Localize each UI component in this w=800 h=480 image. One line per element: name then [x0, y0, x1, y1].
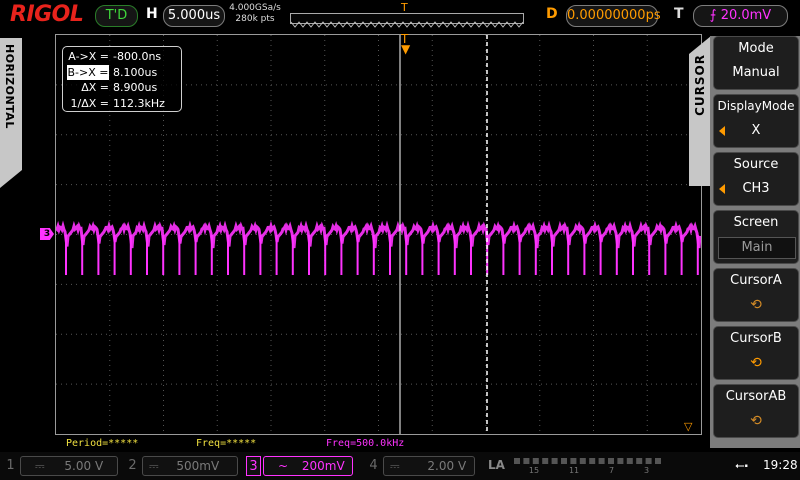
- display-mode-title: DisplayMode: [717, 99, 795, 113]
- memory-position-bar[interactable]: [290, 13, 524, 28]
- rising-edge-icon: ⨍: [709, 8, 717, 23]
- la-tick: 3: [643, 466, 650, 475]
- horizontal-tab-label: HORIZONTAL: [3, 44, 16, 129]
- screen-value: Main: [718, 237, 796, 259]
- ch3-scale: 200mV: [301, 459, 345, 473]
- la-bit: [655, 458, 661, 464]
- dc-coupling-icon: ⎓: [35, 459, 45, 473]
- la-bit: [626, 458, 633, 464]
- screen-title: Screen: [733, 215, 779, 230]
- rigol-logo: RIGOL: [10, 2, 84, 27]
- ch2-scale-box[interactable]: ⎓ 500mV: [142, 456, 238, 476]
- la-bit: [542, 458, 549, 464]
- delay-value[interactable]: 0.00000000ps: [566, 5, 661, 27]
- ch1-scale: 5.00 V: [64, 459, 104, 473]
- screen-button[interactable]: Screen Main: [713, 210, 799, 264]
- la-tick: 11: [568, 466, 580, 475]
- sample-info: 4.000GSa/s 280k pts: [229, 3, 281, 25]
- la-bit: [561, 458, 567, 464]
- la-bit: [589, 458, 596, 464]
- source-value: CH3: [742, 181, 770, 196]
- bx-label: B->X =: [67, 64, 109, 80]
- la-bit: [645, 458, 652, 464]
- la-bit: [617, 458, 624, 464]
- la-bit: [579, 458, 586, 464]
- trigger-level-pill[interactable]: ⨍ 20.0mV: [693, 5, 788, 27]
- measurement-freq: Freq=*****: [196, 438, 257, 449]
- la-tick: 7: [609, 466, 615, 475]
- mode-button[interactable]: Mode Manual: [713, 36, 799, 90]
- ch4-scale: 2.00 V: [427, 459, 467, 473]
- la-bit: [551, 458, 558, 464]
- horizontal-tab[interactable]: HORIZONTAL: [0, 38, 22, 188]
- mode-value: Manual: [732, 65, 780, 80]
- timebase-value[interactable]: 5.000us: [163, 5, 225, 27]
- cursor-a-button[interactable]: CursorA ⟲: [713, 268, 799, 322]
- trigger-level-value: 20.0mV: [720, 8, 772, 23]
- ch4-scale-box[interactable]: ⎓ 2.00 V: [383, 456, 475, 476]
- ax-label: A->X =: [68, 50, 109, 63]
- memory-waveform-icon: [290, 21, 524, 28]
- cursor-b-button[interactable]: CursorB ⟲: [713, 326, 799, 380]
- channel-status-bar: 1 ⎓ 5.00 V 2 ⎓ 500mV 3 ~ 200mV 4 ⎓ 2.00 …: [0, 452, 800, 480]
- cursor-menu-tab[interactable]: CURSOR: [689, 36, 711, 186]
- sample-rate: 4.000GSa/s: [229, 3, 281, 13]
- la-bit: [570, 458, 577, 464]
- ch1-number[interactable]: 1: [3, 456, 18, 476]
- clock: 19:28: [763, 458, 798, 472]
- dc-coupling-icon: ⎓: [149, 459, 159, 473]
- ch2-scale: 500mV: [176, 459, 220, 473]
- cursor-ab-title: CursorAB: [725, 389, 787, 404]
- usb-icon: ⭠⬝: [735, 458, 748, 472]
- ch2-number[interactable]: 2: [125, 456, 140, 476]
- dx-value: 8.900us: [113, 81, 158, 94]
- cursor-menu-tab-label: CURSOR: [693, 54, 707, 116]
- ac-coupling-icon: ~: [278, 459, 289, 473]
- top-status-bar: RIGOL T'D H 5.000us 4.000GSa/s 280k pts …: [0, 0, 800, 32]
- ch3-waveform: [56, 220, 701, 249]
- measurement-freq-ch3: Freq=500.0kHz: [326, 438, 405, 449]
- dc-coupling-icon: ⎓: [390, 459, 400, 473]
- knob-icon: ⟲: [750, 413, 762, 429]
- ch3-number[interactable]: 3: [246, 456, 261, 476]
- source-title: Source: [733, 157, 779, 172]
- display-mode-value: X: [751, 123, 761, 138]
- la-bit: [532, 458, 539, 464]
- cursor-a-title: CursorA: [730, 273, 782, 288]
- trigger-level-marker-icon[interactable]: ▽: [684, 420, 692, 433]
- ch1-scale-box[interactable]: ⎓ 5.00 V: [20, 456, 118, 476]
- ch3-scale-box[interactable]: ~ 200mV: [263, 456, 353, 476]
- trigger-position-marker-icon: T: [401, 1, 408, 14]
- memory-depth: 280k pts: [235, 14, 275, 24]
- ax-value: -800.0ns: [113, 50, 162, 63]
- knob-icon: ⟲: [750, 297, 762, 313]
- la-label[interactable]: LA: [488, 458, 505, 472]
- inv-dx-value: 112.3kHz: [113, 96, 165, 110]
- knob-icon: ⟲: [750, 355, 762, 371]
- trigger-label: T: [674, 6, 684, 22]
- trigger-position-icon[interactable]: T ▼: [401, 33, 410, 55]
- la-bit: [598, 458, 605, 464]
- mode-title: Mode: [738, 41, 774, 56]
- dx-label: ΔX =: [81, 81, 109, 94]
- source-button[interactable]: Source CH3: [713, 152, 799, 206]
- bx-value: 8.100us: [113, 65, 158, 79]
- cursor-readout-box: A->X = -800.0ns B->X = 8.100us ΔX = 8.900us…: [62, 46, 182, 112]
- horizontal-label: H: [146, 6, 158, 22]
- la-bit: [636, 458, 643, 464]
- display-mode-button[interactable]: DisplayMode X: [713, 94, 799, 148]
- la-channel-scale: 15 11 7 3: [510, 457, 666, 475]
- la-bit: [514, 458, 520, 464]
- la-tick: 15: [528, 466, 540, 475]
- la-bit: [523, 458, 530, 464]
- delay-label: D: [546, 6, 558, 22]
- cursor-b-title: CursorB: [730, 331, 782, 346]
- run-status-badge[interactable]: T'D: [95, 5, 138, 27]
- measurement-period: Period=*****: [66, 438, 139, 449]
- la-bit: [608, 458, 614, 464]
- inv-dx-label: 1/ΔX =: [70, 96, 109, 110]
- ch4-number[interactable]: 4: [366, 456, 381, 476]
- cursor-ab-button[interactable]: CursorAB ⟲: [713, 384, 799, 438]
- ch3-offset-marker[interactable]: 3: [40, 228, 54, 240]
